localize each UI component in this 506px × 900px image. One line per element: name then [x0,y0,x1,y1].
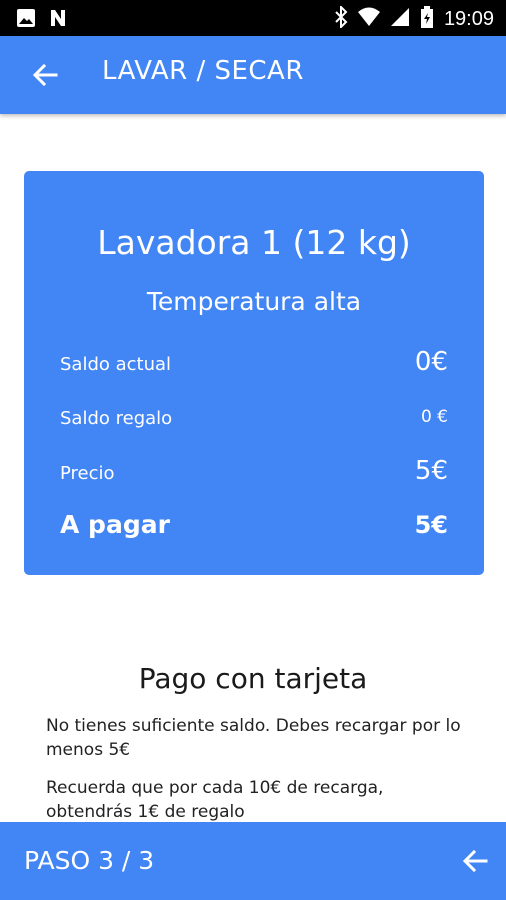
status-bar: 19:09 [0,0,506,36]
machine-name: Lavadora 1 (12 kg) [97,223,411,262]
back-arrow-icon[interactable] [30,60,60,90]
balance-row: Saldo actual 0€ [60,339,448,379]
total-label: A pagar [60,510,170,539]
balance-label: Saldo actual [60,354,172,375]
back-arrow-icon[interactable] [460,846,490,876]
page-title: LAVAR / SECAR [102,56,304,86]
bluetooth-icon [334,4,348,32]
price-value: 5€ [414,456,448,486]
summary-card: Lavadora 1 (12 kg) Temperatura alta Sald… [24,171,484,575]
image-icon [16,8,36,32]
wifi-icon [357,7,380,31]
insufficient-balance-message: No tienes suficiente saldo. Debes recarg… [46,716,461,760]
signal-icon [390,7,410,31]
balance-value: 0€ [414,347,448,377]
total-value: 5€ [414,511,448,539]
app-bar: LAVAR / SECAR [0,36,506,114]
step-indicator: PASO 3 / 3 [24,846,155,875]
gift-balance-value: 0 € [420,407,448,427]
total-row: A pagar 5€ [60,501,448,541]
n-notification-icon [48,8,68,32]
status-time: 19:09 [443,7,494,30]
gift-balance-row: Saldo regalo 0 € [60,393,448,433]
battery-icon [420,6,434,32]
price-row: Precio 5€ [60,448,448,488]
program-name: Temperatura alta [146,287,362,316]
gift-balance-label: Saldo regalo [60,408,173,429]
bottom-bar: PASO 3 / 3 [0,822,506,900]
price-label: Precio [60,463,115,484]
payment-title: Pago con tarjeta [138,662,368,695]
gift-info-message: Recuerda que por cada 10€ de recarga, ob… [46,778,384,822]
